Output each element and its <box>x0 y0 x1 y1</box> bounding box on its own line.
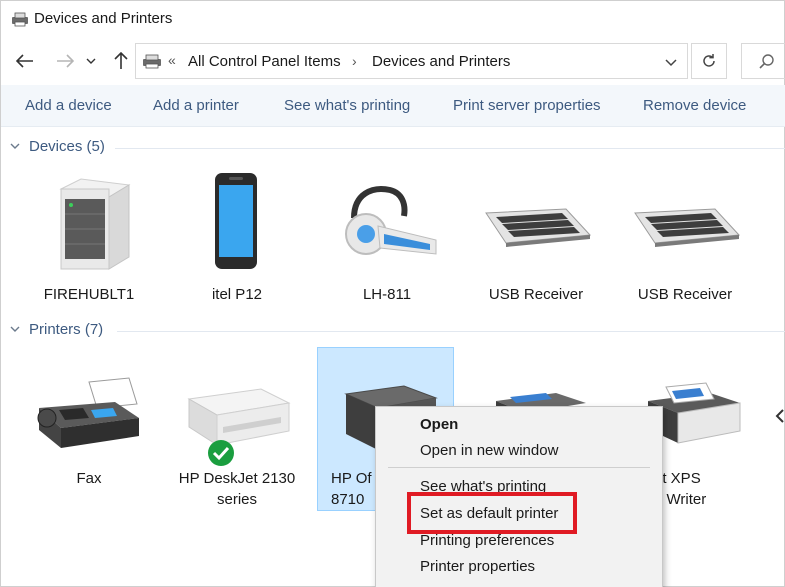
device-label: USB Receiver <box>488 286 584 303</box>
printer-icon <box>167 359 307 469</box>
menu-separator <box>388 467 650 468</box>
menu-item-printing-preferences[interactable]: Printing preferences <box>420 532 554 549</box>
back-button[interactable] <box>13 49 37 73</box>
printer-label: HP DeskJet 2130 series <box>178 470 296 508</box>
device-label: USB Receiver <box>637 286 733 303</box>
window-title: Devices and Printers <box>34 10 173 27</box>
forward-button[interactable] <box>53 49 77 73</box>
arrow-left-icon <box>16 54 33 68</box>
device-item-firehublt1[interactable]: FIREHUBLT1 <box>19 166 159 311</box>
print-server-properties-button[interactable]: Print server properties <box>453 97 601 114</box>
scroll-caret-icon[interactable] <box>775 409 785 423</box>
menu-item-printer-properties[interactable]: Printer properties <box>420 558 535 575</box>
command-bar: Add a device Add a printer See what's pr… <box>1 85 785 127</box>
group-divider <box>117 331 785 332</box>
breadcrumb-all-control-panel-items[interactable]: All Control Panel Items <box>188 53 341 70</box>
devices-printers-icon <box>12 12 28 27</box>
refresh-button[interactable] <box>691 43 727 79</box>
devices-and-printers-window: Devices and Printers « All Control Panel… <box>0 0 785 587</box>
keyboard-icon <box>615 166 755 276</box>
up-button[interactable] <box>109 49 133 73</box>
see-whats-printing-button[interactable]: See what's printing <box>284 97 410 114</box>
printers-group-header[interactable]: Printers (7) <box>1 320 785 342</box>
chevron-down-icon <box>10 326 20 332</box>
default-printer-check-icon <box>208 440 234 466</box>
fax-machine-icon <box>19 359 159 469</box>
bluetooth-headset-icon <box>317 166 457 276</box>
breadcrumb-separator: › <box>352 53 357 69</box>
annotation-highlight-box <box>407 492 577 534</box>
computer-tower-icon <box>19 166 159 276</box>
devices-group-header[interactable]: Devices (5) <box>1 137 785 159</box>
arrow-up-icon <box>114 52 128 69</box>
printer-item-fax[interactable]: Fax <box>19 353 159 503</box>
smartphone-icon <box>167 166 307 276</box>
printers-group-label: Printers (7) <box>29 321 104 338</box>
device-label: itel P12 <box>211 286 263 303</box>
device-item-lh-811[interactable]: LH-811 <box>317 166 457 311</box>
menu-item-open-in-new-window[interactable]: Open in new window <box>420 442 558 459</box>
chevron-down-icon[interactable] <box>663 54 679 70</box>
device-item-itel-p12[interactable]: itel P12 <box>167 166 307 311</box>
arrow-right-icon <box>57 54 74 68</box>
device-item-usb-receiver-1[interactable]: USB Receiver <box>466 166 606 311</box>
breadcrumb-overflow[interactable]: « <box>168 52 176 68</box>
chevron-down-icon <box>10 143 20 149</box>
device-item-usb-receiver-2[interactable]: USB Receiver <box>615 166 755 311</box>
recent-locations-button[interactable] <box>83 49 99 73</box>
title-bar: Devices and Printers <box>1 1 785 37</box>
search-input[interactable] <box>741 43 785 79</box>
refresh-icon <box>703 54 715 67</box>
group-divider <box>115 148 785 149</box>
printer-item-hp-deskjet-2130[interactable]: HP DeskJet 2130 series <box>167 353 307 508</box>
add-device-button[interactable]: Add a device <box>25 97 112 114</box>
search-icon <box>759 54 774 69</box>
navigation-bar: « All Control Panel Items › Devices and … <box>1 41 785 81</box>
keyboard-icon <box>466 166 606 276</box>
device-label: LH-811 <box>362 286 412 303</box>
devices-group-label: Devices (5) <box>29 138 105 155</box>
breadcrumb-devices-and-printers[interactable]: Devices and Printers <box>372 53 510 70</box>
add-printer-button[interactable]: Add a printer <box>153 97 239 114</box>
printer-label: Fax <box>76 470 102 487</box>
address-bar[interactable]: « All Control Panel Items › Devices and … <box>135 43 688 79</box>
device-label: FIREHUBLT1 <box>43 286 135 303</box>
menu-item-open[interactable]: Open <box>420 416 458 433</box>
remove-device-button[interactable]: Remove device <box>643 97 746 114</box>
control-panel-icon <box>143 54 161 69</box>
chevron-down-icon <box>86 58 96 64</box>
